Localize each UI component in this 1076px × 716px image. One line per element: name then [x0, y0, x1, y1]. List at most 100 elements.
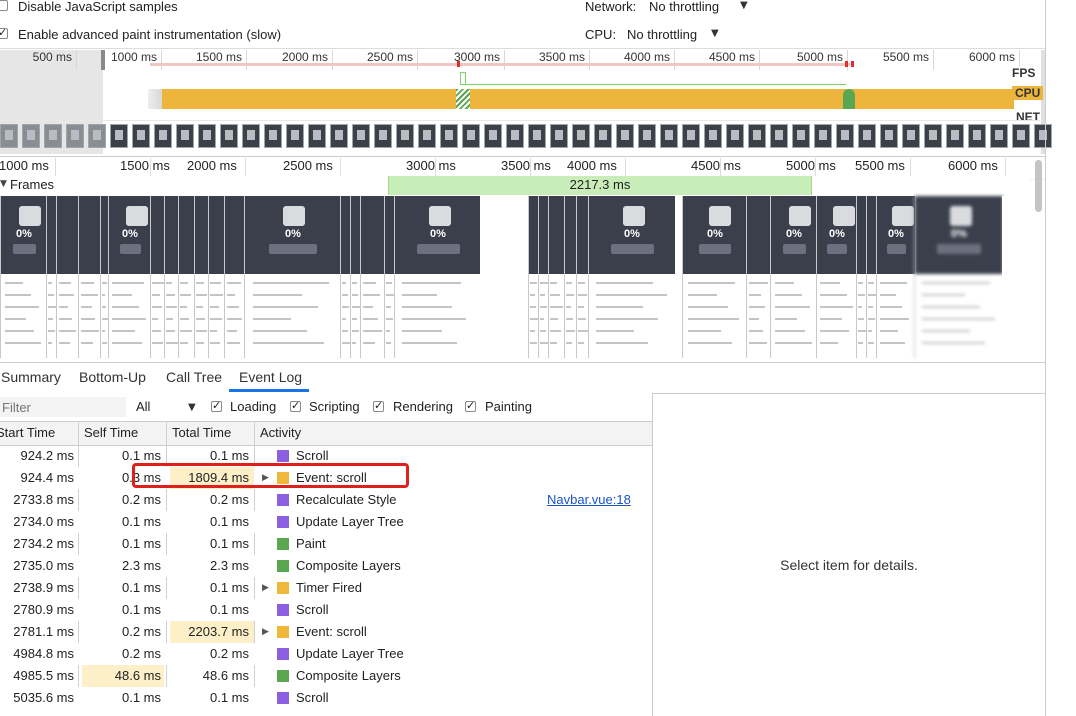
frame-screenshot[interactable]	[746, 196, 771, 358]
frame-screenshot[interactable]: 0%	[0, 196, 47, 358]
filmstrip-thumbnail[interactable]	[220, 124, 238, 148]
filmstrip-thumbnail[interactable]	[858, 124, 876, 148]
col-activity[interactable]: Activity	[260, 421, 301, 444]
filmstrip-thumbnail[interactable]	[198, 124, 216, 148]
filmstrip-thumbnail[interactable]	[616, 124, 634, 148]
filter-input[interactable]	[0, 397, 126, 417]
filmstrip-thumbnail[interactable]	[814, 124, 832, 148]
table-row[interactable]: 2734.0 ms 0.1 ms 0.1 ms Update Layer Tree	[0, 511, 652, 533]
filmstrip-thumbnail[interactable]	[44, 124, 62, 148]
filmstrip-thumbnail[interactable]	[66, 124, 84, 148]
filmstrip-thumbnail[interactable]	[990, 124, 1008, 148]
painting-checkbox[interactable]	[465, 399, 476, 412]
frame-screenshot[interactable]: 0%	[244, 196, 341, 358]
frames-collapse-icon[interactable]: ▼	[0, 179, 7, 189]
filmstrip-thumbnail[interactable]	[792, 124, 810, 148]
frame-screenshot[interactable]	[164, 196, 179, 358]
filmstrip-thumbnail[interactable]	[264, 124, 282, 148]
frame-screenshot[interactable]	[56, 196, 79, 358]
col-total-time[interactable]: Total Time	[172, 421, 231, 444]
table-row[interactable]: 2734.2 ms 0.1 ms 0.1 ms Paint	[0, 533, 652, 555]
frame-screenshot[interactable]	[548, 196, 565, 358]
event-type-dropdown-icon[interactable]: ▼	[188, 402, 196, 413]
filmstrip-thumbnail[interactable]	[132, 124, 150, 148]
frame-screenshot[interactable]	[360, 196, 385, 358]
frame-screenshot[interactable]: 0%	[914, 196, 1003, 358]
filmstrip-thumbnail[interactable]	[924, 124, 942, 148]
filmstrip-thumbnail[interactable]	[330, 124, 348, 148]
filmstrip-thumbnail[interactable]	[242, 124, 260, 148]
filmstrip-thumbnail[interactable]	[440, 124, 458, 148]
filmstrip-thumbnail[interactable]	[154, 124, 172, 148]
filmstrip-thumbnail[interactable]	[1012, 124, 1030, 148]
cpu-throttle-select[interactable]: No throttling	[627, 27, 697, 42]
table-row[interactable]: 5035.6 ms 0.1 ms 0.1 ms Scroll	[0, 687, 652, 709]
frame-screenshot[interactable]: 0%	[770, 196, 817, 358]
frame-screenshot[interactable]: 0%	[682, 196, 747, 358]
filmstrip-thumbnail[interactable]	[968, 124, 986, 148]
frame-screenshot[interactable]: 0%	[588, 196, 675, 358]
filmstrip-thumbnail[interactable]	[638, 124, 656, 148]
tab-bottom-up[interactable]: Bottom-Up	[79, 362, 146, 392]
disable-js-samples-checkbox[interactable]	[0, 0, 8, 11]
advanced-paint-checkbox[interactable]	[0, 26, 8, 39]
filmstrip-thumbnail[interactable]	[396, 124, 414, 148]
filmstrip-thumbnail[interactable]	[550, 124, 568, 148]
filmstrip-thumbnail[interactable]	[418, 124, 436, 148]
frame-screenshot[interactable]	[178, 196, 195, 358]
expand-arrow-icon[interactable]: ▶	[262, 577, 269, 599]
filmstrip-thumbnail[interactable]	[660, 124, 678, 148]
filmstrip-thumbnail[interactable]	[1034, 124, 1052, 148]
scripting-checkbox[interactable]	[290, 399, 301, 412]
cpu-dropdown-icon[interactable]: ▼	[711, 28, 719, 39]
network-dropdown-icon[interactable]: ▼	[740, 0, 748, 11]
loading-checkbox[interactable]	[211, 399, 222, 412]
tab-call-tree[interactable]: Call Tree	[166, 362, 222, 392]
frame-screenshot[interactable]: 0%	[394, 196, 481, 358]
filmstrip-thumbnail[interactable]	[308, 124, 326, 148]
filmstrip-thumbnail[interactable]	[682, 124, 700, 148]
table-row[interactable]: 2735.0 ms 2.3 ms 2.3 ms Composite Layers	[0, 555, 652, 577]
rendering-checkbox[interactable]	[373, 399, 384, 412]
col-start-time[interactable]: Start Time	[0, 421, 55, 444]
filmstrip-thumbnail[interactable]	[506, 124, 524, 148]
table-row[interactable]: 2781.1 ms 0.2 ms 2203.7 ms ▶ Event: scroll	[0, 621, 652, 643]
filmstrip-thumbnail[interactable]	[286, 124, 304, 148]
filmstrip-thumbnail[interactable]	[748, 124, 766, 148]
frame-screenshot[interactable]	[150, 196, 165, 358]
frame-screenshot[interactable]	[224, 196, 245, 358]
network-throttle-select[interactable]: No throttling	[649, 0, 719, 14]
filmstrip-thumbnail[interactable]	[572, 124, 590, 148]
source-link[interactable]: Navbar.vue:18	[547, 489, 631, 511]
filmstrip-thumbnail[interactable]	[594, 124, 612, 148]
frame-screenshot[interactable]: 0%	[108, 196, 151, 358]
filmstrip-thumbnail[interactable]	[22, 124, 40, 148]
table-row[interactable]: 2738.9 ms 0.1 ms 0.1 ms ▶ Timer Fired	[0, 577, 652, 599]
frame-screenshot[interactable]: 0%	[876, 196, 915, 358]
filmstrip-thumbnail[interactable]	[880, 124, 898, 148]
frame-screenshot[interactable]	[208, 196, 225, 358]
filmstrip-thumbnail[interactable]	[0, 124, 18, 148]
table-row[interactable]: 2733.8 ms 0.2 ms 0.2 ms Recalculate Style Na…	[0, 489, 652, 511]
frame-screenshot[interactable]	[194, 196, 209, 358]
filmstrip-thumbnail[interactable]	[88, 124, 106, 148]
filmstrip-thumbnail[interactable]	[726, 124, 744, 148]
filmstrip-thumbnail[interactable]	[484, 124, 502, 148]
filmstrip-thumbnail[interactable]	[352, 124, 370, 148]
tab-event-log[interactable]: Event Log	[239, 362, 302, 392]
filmstrip-thumbnail[interactable]	[946, 124, 964, 148]
expand-arrow-icon[interactable]: ▶	[262, 621, 269, 643]
table-row[interactable]: 2780.9 ms 0.1 ms 0.1 ms Scroll	[0, 599, 652, 621]
filmstrip-thumbnail[interactable]	[110, 124, 128, 148]
event-type-select[interactable]: All	[136, 399, 150, 414]
filmstrip-thumbnail[interactable]	[374, 124, 392, 148]
tab-summary[interactable]: Summary	[1, 362, 61, 392]
filmstrip-thumbnail[interactable]	[836, 124, 854, 148]
frame-screenshot[interactable]	[78, 196, 101, 358]
filmstrip-thumbnail[interactable]	[462, 124, 480, 148]
filmstrip-thumbnail[interactable]	[770, 124, 788, 148]
filmstrip-thumbnail[interactable]	[176, 124, 194, 148]
filmstrip-thumbnail[interactable]	[704, 124, 722, 148]
frame-screenshot[interactable]: 0%	[816, 196, 857, 358]
table-row[interactable]: 4985.5 ms 48.6 ms 48.6 ms Composite Layers	[0, 665, 652, 687]
